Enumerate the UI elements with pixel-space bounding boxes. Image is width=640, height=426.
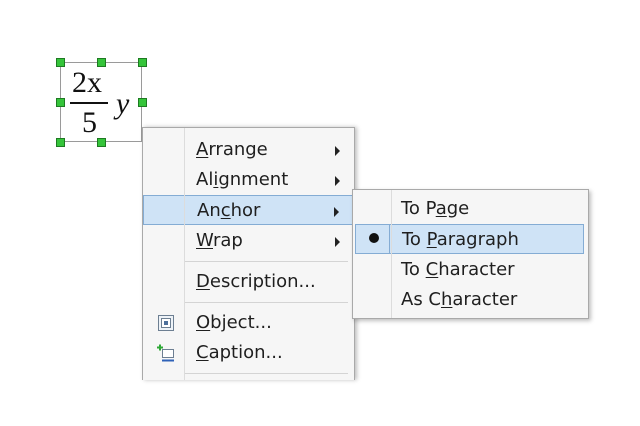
- menu-item-label: Object...: [196, 312, 272, 333]
- resize-handle-left[interactable]: [56, 98, 65, 107]
- menu-item-wrap[interactable]: Wrap: [143, 226, 354, 256]
- menu-item-object[interactable]: Object...: [143, 308, 354, 338]
- anchor-submenu: To Page To Paragraph To Character As Cha…: [352, 189, 589, 319]
- submenu-arrow-icon: [335, 237, 340, 247]
- object-icon: [158, 315, 174, 331]
- submenu-item-to-page[interactable]: To Page: [353, 194, 588, 224]
- menu-item-alignment[interactable]: Alignment: [143, 165, 354, 195]
- menu-item-arrange[interactable]: Arrange: [143, 135, 354, 165]
- submenu-item-to-character[interactable]: To Character: [353, 255, 588, 285]
- menu-item-label: Anchor: [197, 200, 261, 221]
- resize-handle-top-right[interactable]: [138, 58, 147, 67]
- menu-item-label: As Character: [401, 289, 518, 310]
- submenu-arrow-icon: [334, 207, 339, 217]
- resize-handle-top-left[interactable]: [56, 58, 65, 67]
- radio-indicator: [357, 225, 390, 253]
- menu-item-label: Alignment: [196, 169, 289, 190]
- menu-item-label: To Page: [401, 198, 470, 219]
- menu-item-description[interactable]: Description...: [143, 267, 354, 297]
- menu-item-label: To Paragraph: [402, 229, 519, 250]
- radio-selected-icon: [369, 233, 379, 243]
- formula-variable: y: [116, 87, 130, 120]
- menu-item-caption[interactable]: Caption...: [143, 338, 354, 368]
- menu-separator: [185, 261, 348, 262]
- resize-handle-top[interactable]: [97, 58, 106, 67]
- fraction-bar: [70, 102, 108, 104]
- menu-item-label: Description...: [196, 271, 316, 292]
- menu-item-label: Caption...: [196, 342, 283, 363]
- menu-separator: [185, 302, 348, 303]
- menu-item-label: To Character: [401, 259, 515, 280]
- formula-denominator: 5: [82, 106, 97, 139]
- context-menu: Arrange Alignment Anchor Wrap Descriptio…: [142, 127, 355, 380]
- resize-handle-bottom-left[interactable]: [56, 138, 65, 147]
- formula-numerator: 2x: [72, 66, 102, 99]
- menu-item-label: Wrap: [196, 230, 243, 251]
- menu-separator: [185, 373, 348, 374]
- caption-icon: [157, 344, 174, 362]
- resize-handle-bottom[interactable]: [97, 138, 106, 147]
- menu-item-anchor[interactable]: Anchor: [143, 195, 354, 225]
- submenu-item-as-character[interactable]: As Character: [353, 285, 588, 315]
- formula-object[interactable]: 2x 5 y: [56, 58, 147, 147]
- submenu-item-to-paragraph[interactable]: To Paragraph: [355, 224, 584, 254]
- submenu-arrow-icon: [335, 176, 340, 186]
- resize-handle-right[interactable]: [138, 98, 147, 107]
- submenu-arrow-icon: [335, 146, 340, 156]
- menu-item-label: Arrange: [196, 139, 268, 160]
